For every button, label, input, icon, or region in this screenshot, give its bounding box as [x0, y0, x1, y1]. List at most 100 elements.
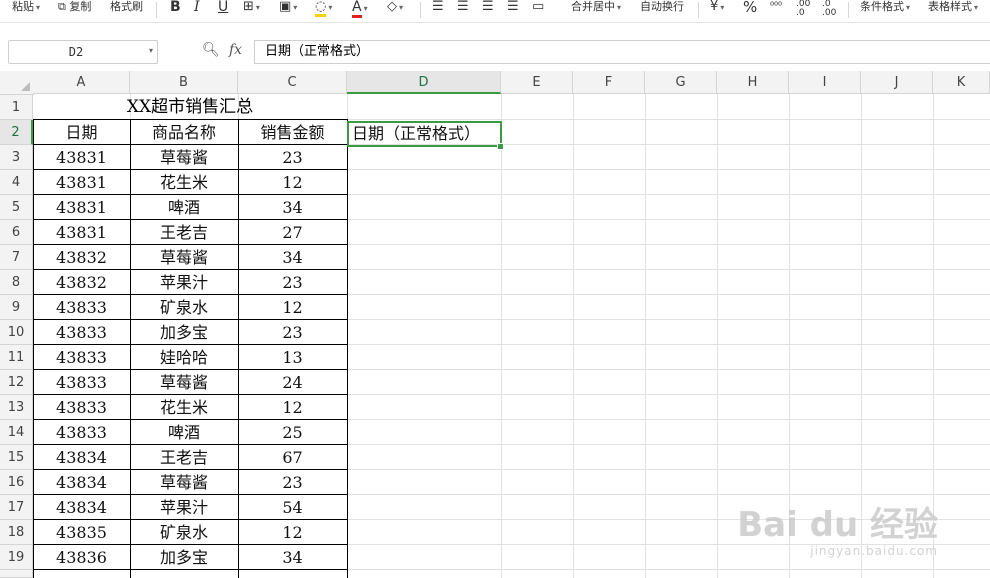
- column-header-c[interactable]: C: [238, 71, 347, 94]
- amount-cell[interactable]: 12: [238, 520, 347, 545]
- amount-cell[interactable]: 23: [238, 270, 347, 295]
- date-cell[interactable]: 43833: [33, 420, 130, 445]
- product-cell[interactable]: 矿泉水: [130, 295, 238, 320]
- amount-cell[interactable]: 12: [238, 295, 347, 320]
- distribute-button[interactable]: ▭: [532, 0, 544, 20]
- date-cell[interactable]: 43833: [33, 345, 130, 370]
- column-header-k[interactable]: K: [933, 71, 990, 94]
- product-cell[interactable]: 啤酒: [130, 195, 238, 220]
- product-cell[interactable]: 加多宝: [130, 545, 238, 570]
- increase-decimal-button[interactable]: .00 .0: [796, 0, 810, 20]
- row-header-4[interactable]: 4: [0, 170, 33, 195]
- row-header-8[interactable]: 8: [0, 270, 33, 295]
- align-left-button[interactable]: ☰: [432, 0, 444, 20]
- row-header-16[interactable]: 16: [0, 470, 33, 495]
- column-header-e[interactable]: E: [501, 71, 573, 94]
- highlight-button[interactable]: ◌ ▾: [315, 0, 332, 20]
- copy-button[interactable]: ⧉ 复制: [58, 0, 91, 20]
- justify-button[interactable]: ☰: [507, 0, 519, 20]
- column-header-i[interactable]: I: [789, 71, 861, 94]
- fill-button[interactable]: ▣ ▾: [279, 0, 297, 20]
- row-header-11[interactable]: 11: [0, 345, 33, 370]
- product-cell[interactable]: 王老吉: [130, 220, 238, 245]
- amount-cell[interactable]: 23: [238, 145, 347, 170]
- date-cell[interactable]: 43832: [33, 245, 130, 270]
- row-header-7[interactable]: 7: [0, 245, 33, 270]
- formula-input[interactable]: 日期（正常格式）: [254, 40, 990, 64]
- table-title-cell[interactable]: XX超市销售汇总: [33, 95, 347, 120]
- product-cell[interactable]: 加多宝: [130, 320, 238, 345]
- amount-cell[interactable]: 12: [238, 395, 347, 420]
- header-cell-product[interactable]: 商品名称: [130, 120, 238, 145]
- date-cell[interactable]: 43833: [33, 370, 130, 395]
- date-cell[interactable]: 43833: [33, 395, 130, 420]
- date-cell[interactable]: 43831: [33, 170, 130, 195]
- row-header-3[interactable]: 3: [0, 145, 33, 170]
- product-cell[interactable]: 花生米: [130, 395, 238, 420]
- date-cell[interactable]: 43835: [33, 520, 130, 545]
- decrease-decimal-button[interactable]: .0 .00: [822, 0, 836, 20]
- amount-cell[interactable]: 24: [238, 370, 347, 395]
- product-cell[interactable]: 花生米: [130, 170, 238, 195]
- product-cell[interactable]: 草莓酱: [130, 145, 238, 170]
- row-header-10[interactable]: 10: [0, 320, 33, 345]
- spreadsheet-grid[interactable]: A B C D E F G H I J K 1 2 3 4 5 6 7 8 9 …: [0, 71, 990, 578]
- conditional-format-button[interactable]: 条件格式 ▾: [860, 0, 910, 20]
- date-cell[interactable]: 43834: [33, 495, 130, 520]
- column-header-d[interactable]: D: [347, 71, 501, 94]
- header-cell-date[interactable]: 日期: [33, 120, 130, 145]
- header-cell-amount[interactable]: 销售金额: [238, 120, 347, 145]
- amount-cell[interactable]: 12: [238, 170, 347, 195]
- format-painter-button[interactable]: 格式刷: [110, 0, 143, 20]
- row-header-1[interactable]: 1: [0, 95, 33, 120]
- paste-button[interactable]: 粘贴 ▾: [12, 0, 40, 20]
- row-header-15[interactable]: 15: [0, 445, 33, 470]
- row-header-14[interactable]: 14: [0, 420, 33, 445]
- row-header-19[interactable]: 19: [0, 545, 33, 570]
- date-cell[interactable]: 43832: [33, 270, 130, 295]
- amount-cell[interactable]: 13: [238, 345, 347, 370]
- date-cell[interactable]: 43833: [33, 295, 130, 320]
- chevron-down-icon[interactable]: ▾: [149, 46, 153, 55]
- row-header-13[interactable]: 13: [0, 395, 33, 420]
- font-color-button[interactable]: A ▾: [352, 0, 368, 20]
- product-cell[interactable]: 王老吉: [130, 445, 238, 470]
- product-cell[interactable]: 草莓酱: [130, 370, 238, 395]
- italic-button[interactable]: I: [194, 0, 200, 20]
- product-cell[interactable]: 苹果汁: [130, 270, 238, 295]
- select-all-corner[interactable]: [0, 71, 34, 95]
- row-header-20[interactable]: [0, 570, 33, 578]
- align-center-button[interactable]: ☰: [457, 0, 469, 20]
- row-header-9[interactable]: 9: [0, 295, 33, 320]
- currency-button[interactable]: ¥ ▾: [710, 0, 724, 20]
- underline-button[interactable]: U: [218, 0, 228, 20]
- product-cell[interactable]: 草莓酱: [130, 245, 238, 270]
- amount-cell[interactable]: 67: [238, 445, 347, 470]
- date-cell[interactable]: 43831: [33, 220, 130, 245]
- row-header-12[interactable]: 12: [0, 370, 33, 395]
- date-cell[interactable]: 43833: [33, 320, 130, 345]
- percent-button[interactable]: %: [743, 0, 757, 20]
- amount-cell[interactable]: 54: [238, 495, 347, 520]
- row-header-5[interactable]: 5: [0, 195, 33, 220]
- thousands-button[interactable]: ⁰⁰⁰: [770, 0, 782, 20]
- product-cell[interactable]: 苹果汁: [130, 495, 238, 520]
- bold-button[interactable]: B: [170, 0, 181, 20]
- amount-cell[interactable]: 23: [238, 470, 347, 495]
- table-style-button[interactable]: 表格样式 ▾: [928, 0, 978, 20]
- column-header-b[interactable]: B: [130, 71, 238, 94]
- amount-cell[interactable]: 34: [238, 245, 347, 270]
- product-cell[interactable]: 啤酒: [130, 420, 238, 445]
- date-cell[interactable]: 43836: [33, 545, 130, 570]
- product-cell[interactable]: 娃哈哈: [130, 345, 238, 370]
- column-header-h[interactable]: H: [717, 71, 789, 94]
- row-header-6[interactable]: 6: [0, 220, 33, 245]
- row-header-18[interactable]: 18: [0, 520, 33, 545]
- function-icon[interactable]: fx: [229, 42, 242, 58]
- amount-cell[interactable]: 34: [238, 195, 347, 220]
- date-cell[interactable]: 43831: [33, 145, 130, 170]
- date-cell[interactable]: 43831: [33, 195, 130, 220]
- border-button[interactable]: ⊞ ▾: [243, 0, 260, 20]
- amount-cell[interactable]: 27: [238, 220, 347, 245]
- clear-button[interactable]: ◇ ▾: [387, 0, 403, 20]
